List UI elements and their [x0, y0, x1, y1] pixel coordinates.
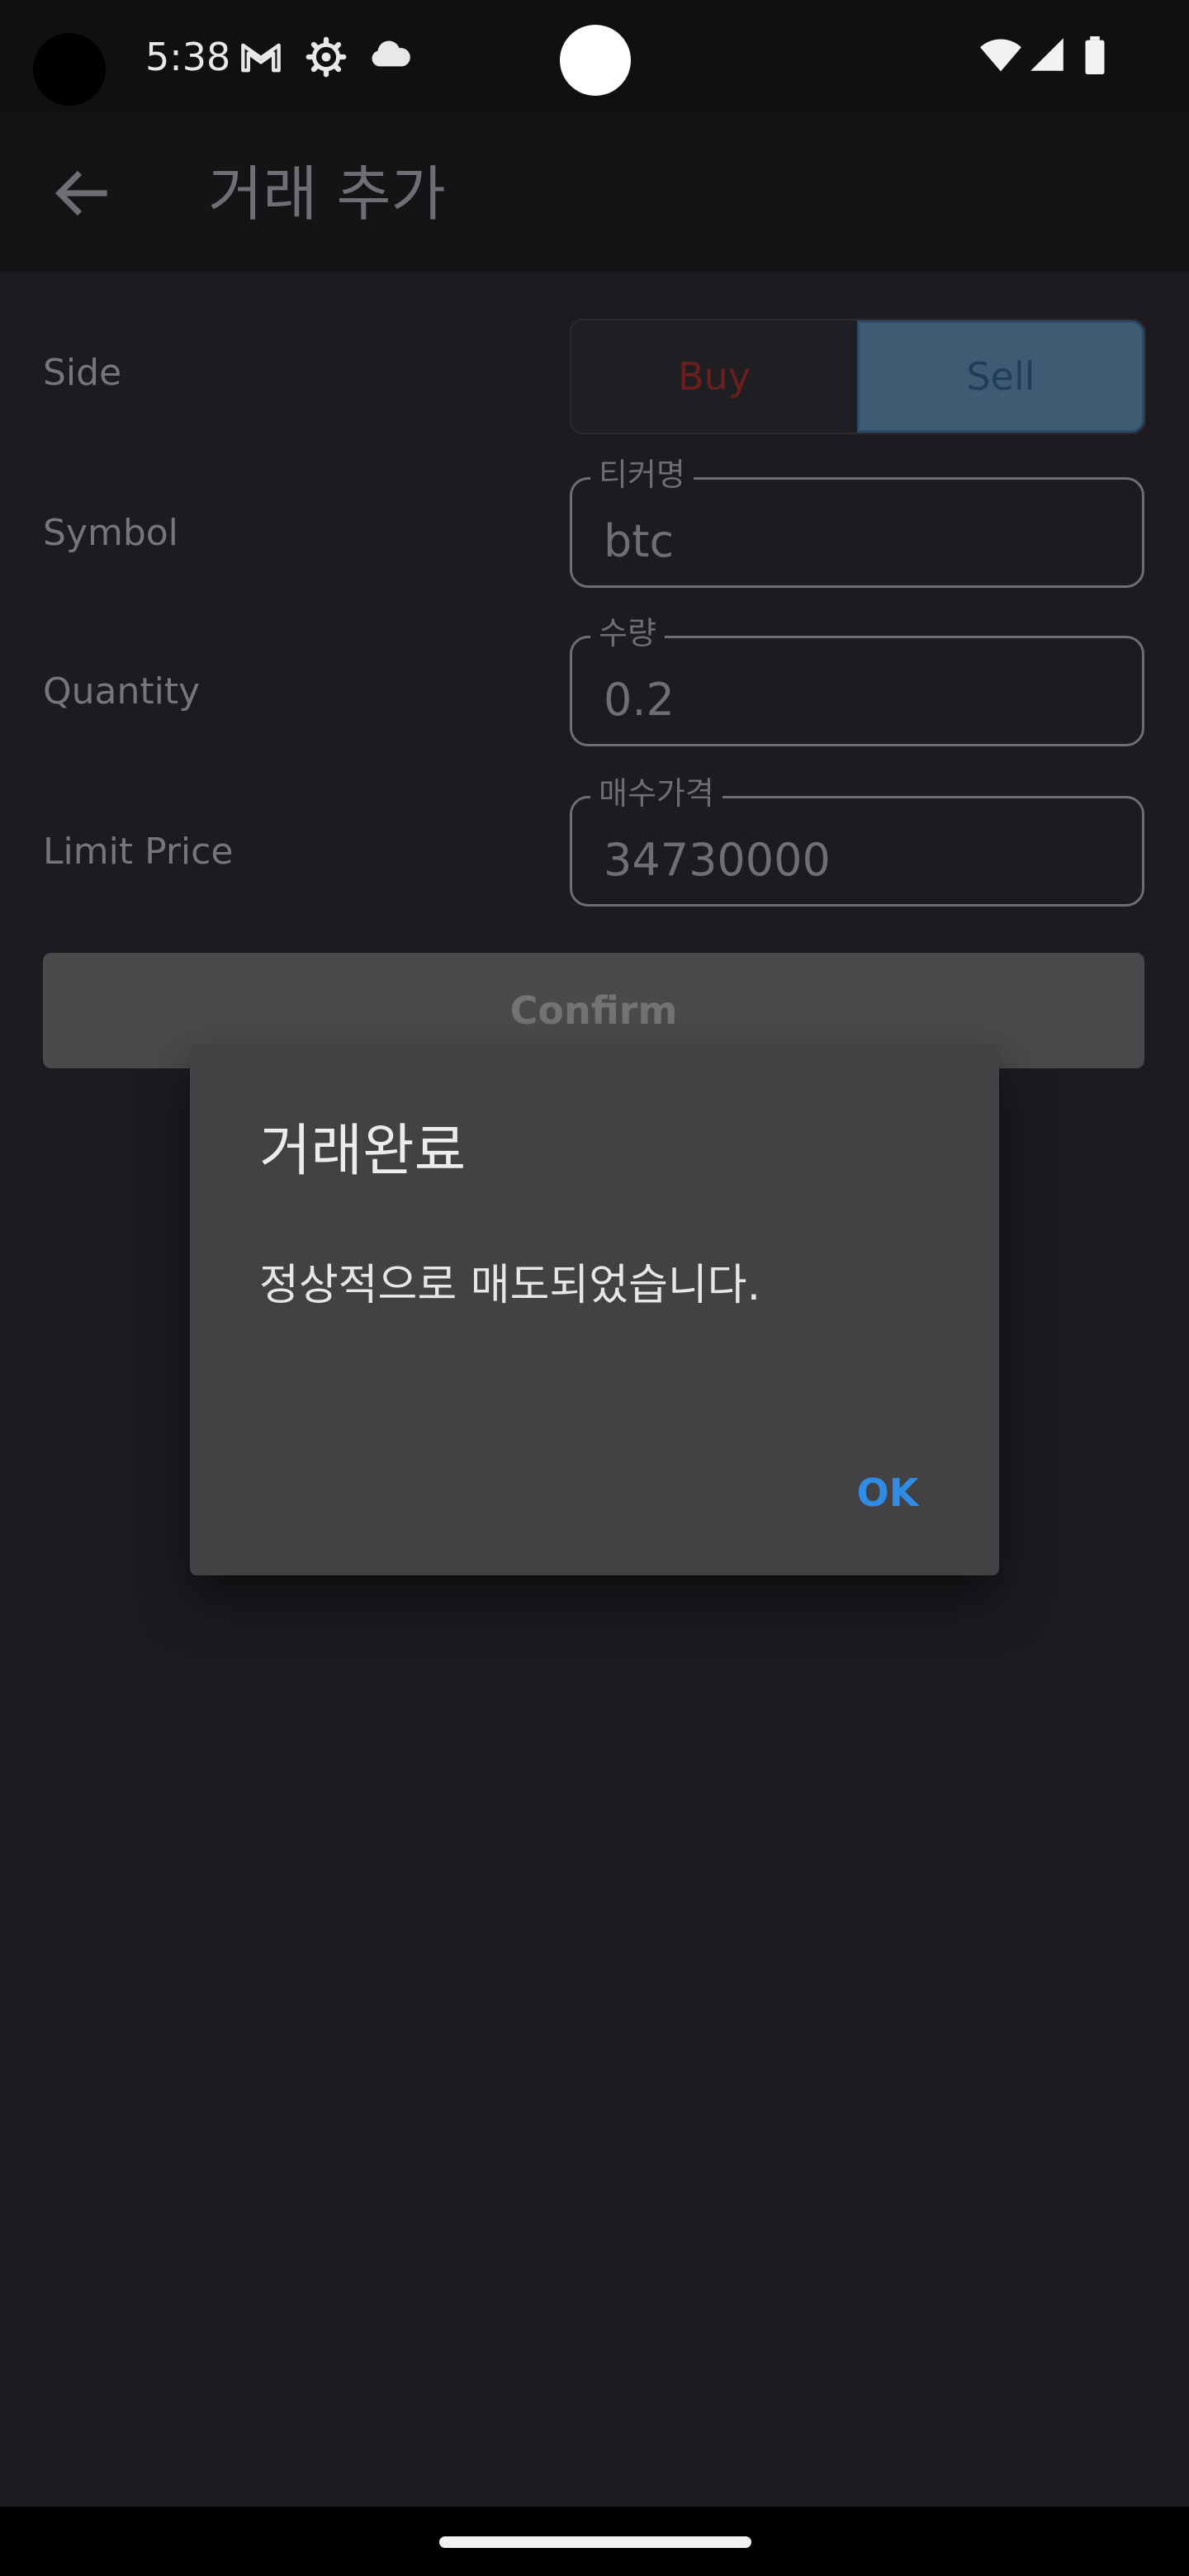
limit-price-label: Limit Price — [43, 831, 234, 873]
cell-signal-icon — [1030, 38, 1063, 71]
limit-price-field-legend: 매수가격 — [590, 774, 722, 813]
sell-option[interactable]: Sell — [857, 320, 1144, 433]
quantity-field-legend: 수량 — [590, 613, 665, 653]
front-sensor-dot — [560, 25, 631, 96]
quantity-field-value: 0.2 — [604, 674, 675, 726]
side-label: Side — [43, 352, 122, 394]
trade-complete-dialog: 거래완료 정상적으로 매도되었습니다. OK — [190, 1044, 999, 1575]
back-button[interactable] — [41, 154, 121, 233]
limit-price-field-value: 34730000 — [604, 834, 831, 886]
quantity-field[interactable]: 수량 0.2 — [570, 613, 1144, 746]
navigation-bar — [0, 2507, 1189, 2576]
status-bar: 5:38 — [0, 0, 1189, 112]
symbol-field-legend: 티커명 — [590, 455, 694, 495]
gmail-icon — [241, 43, 281, 73]
symbol-label: Symbol — [43, 512, 178, 554]
battery-icon — [1085, 36, 1105, 74]
dialog-title: 거래완료 — [259, 1119, 467, 1184]
symbol-field-value: btc — [604, 515, 675, 567]
settings-gear-icon — [306, 36, 347, 78]
buy-option[interactable]: Buy — [571, 320, 857, 433]
page-title: 거래 추가 — [208, 159, 446, 229]
cloud-icon — [372, 40, 410, 67]
quantity-label: Quantity — [43, 670, 201, 713]
dialog-ok-button[interactable]: OK — [834, 1451, 941, 1534]
arrow-back-icon — [54, 170, 107, 216]
symbol-field[interactable]: 티커명 btc — [570, 455, 1144, 588]
home-gesture-handle[interactable] — [439, 2536, 751, 2548]
trade-add-screen: 5:38 거래 추가 Side Buy Sell Symbol 티커명 btc … — [0, 0, 1189, 2576]
limit-price-field[interactable]: 매수가격 34730000 — [570, 774, 1144, 907]
app-bar: 거래 추가 — [0, 112, 1189, 272]
camera-cutout — [33, 33, 106, 106]
dialog-message: 정상적으로 매도되었습니다. — [259, 1261, 761, 1310]
wifi-icon — [980, 39, 1021, 72]
side-toggle: Buy Sell — [570, 319, 1146, 434]
status-time: 5:38 — [145, 35, 231, 79]
